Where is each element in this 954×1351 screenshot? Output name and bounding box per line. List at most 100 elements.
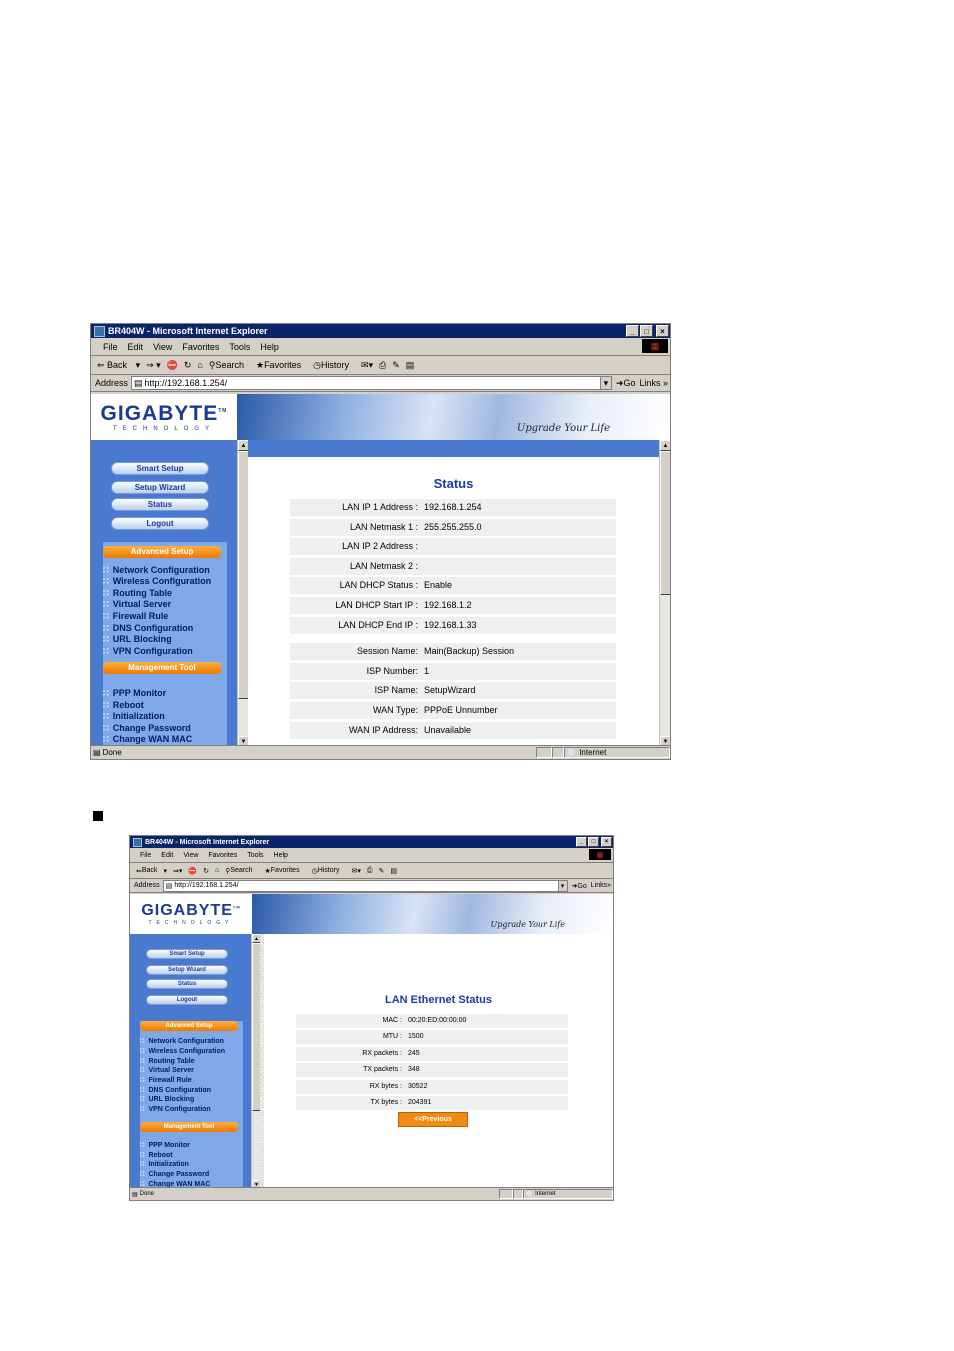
back-button[interactable]: ⇐ Back ▾	[136, 867, 167, 875]
favorites-button[interactable]: ★ Favorites	[256, 360, 307, 371]
address-dropdown[interactable]: ▾	[557, 880, 567, 891]
favorites-button[interactable]: ★ Favorites	[265, 867, 306, 875]
links-button[interactable]: Links»	[591, 882, 611, 889]
nav-change-password[interactable]: Change Password	[140, 1170, 209, 1178]
refresh-icon[interactable]: ↻	[203, 867, 209, 875]
nav-change-password[interactable]: Change Password	[103, 723, 191, 734]
stop-icon[interactable]: ⛔	[167, 360, 178, 371]
row-value: SetupWizard	[424, 685, 476, 696]
stop-icon[interactable]: ⛔	[188, 867, 197, 875]
refresh-icon[interactable]: ↻	[184, 360, 192, 371]
row-value: Enable	[424, 580, 453, 591]
logout-button[interactable]: Logout	[111, 517, 209, 530]
menu-file[interactable]: File	[140, 852, 151, 859]
logo-tm: TM	[218, 408, 228, 414]
search-button[interactable]: ⚲ Search	[209, 360, 250, 371]
history-button[interactable]: ◷ History	[313, 360, 355, 371]
nav-url-blocking[interactable]: URL Blocking	[103, 634, 172, 645]
close-button[interactable]: ×	[601, 837, 612, 847]
mail-icon[interactable]: ✉▾	[351, 867, 360, 875]
logo-sub: TECHNOLOGY	[112, 426, 215, 432]
menu-favorites[interactable]: Favorites	[208, 852, 237, 859]
menu-view[interactable]: View	[153, 342, 172, 352]
nav-ppp-monitor[interactable]: PPP Monitor	[140, 1141, 189, 1149]
nav-wireless-configuration[interactable]: Wireless Configuration	[140, 1047, 225, 1055]
menu-help[interactable]: Help	[260, 342, 279, 352]
nav-network-configuration[interactable]: Network Configuration	[140, 1037, 223, 1045]
forward-button[interactable]: ⇒ ▾	[146, 360, 161, 371]
minimize-button[interactable]: _	[576, 837, 587, 847]
row-label: LAN Netmask 2 :	[349, 560, 418, 571]
menu-tools[interactable]: Tools	[229, 342, 250, 352]
nav-network-configuration[interactable]: Network Configuration	[103, 565, 210, 576]
history-button[interactable]: ◷ History	[312, 867, 346, 875]
menu-file[interactable]: File	[103, 342, 118, 352]
status-button[interactable]: Status	[146, 979, 228, 989]
search-button[interactable]: ⚲ Search	[225, 867, 258, 875]
discuss-icon[interactable]: ▤	[406, 360, 415, 371]
nav-firewall-rule[interactable]: Firewall Rule	[140, 1076, 191, 1084]
home-icon[interactable]: ⌂	[197, 360, 202, 370]
maximize-button[interactable]: □	[588, 837, 599, 847]
mail-icon[interactable]: ✉▾	[361, 360, 373, 371]
go-button[interactable]: ➜Go	[572, 882, 587, 890]
menu-edit[interactable]: Edit	[128, 342, 144, 352]
smart-setup-button[interactable]: Smart Setup	[146, 949, 228, 959]
menu-view[interactable]: View	[183, 852, 198, 859]
nav-change-wan-mac[interactable]: Change WAN MAC	[103, 734, 193, 745]
header-strip	[248, 440, 659, 457]
maximize-button[interactable]: □	[640, 325, 653, 337]
nav-initialization[interactable]: Initialization	[103, 711, 165, 722]
home-icon[interactable]: ⌂	[215, 867, 219, 874]
print-icon[interactable]: ⎙	[367, 867, 373, 875]
window-title: BR404W - Microsoft Internet Explorer	[145, 838, 270, 846]
nav-routing-table[interactable]: Routing Table	[103, 588, 172, 599]
nav-dns-configuration[interactable]: DNS Configuration	[103, 623, 194, 634]
nav-wireless-configuration[interactable]: Wireless Configuration	[103, 576, 211, 587]
nav-initialization[interactable]: Initialization	[140, 1160, 188, 1168]
address-input[interactable]: ▤ http://192.168.1.254/ ▾	[162, 879, 568, 892]
address-input[interactable]: ▤ http://192.168.1.254/ ▾	[131, 376, 612, 390]
nav-virtual-server[interactable]: Virtual Server	[103, 599, 171, 610]
menu-edit[interactable]: Edit	[161, 852, 173, 859]
minimize-button[interactable]: _	[626, 325, 639, 337]
close-button[interactable]: ×	[656, 325, 669, 337]
previous-button[interactable]: <<Previous	[398, 1112, 468, 1127]
nav-url-blocking[interactable]: URL Blocking	[140, 1095, 194, 1103]
smart-setup-button[interactable]: Smart Setup	[111, 462, 209, 475]
discuss-icon[interactable]: ▤	[390, 867, 397, 875]
status-cell	[513, 1189, 523, 1199]
print-icon[interactable]: ⎙	[379, 360, 386, 371]
nav-vpn-configuration[interactable]: VPN Configuration	[103, 646, 193, 657]
links-label: Links	[639, 378, 661, 388]
address-dropdown[interactable]: ▾	[599, 377, 611, 389]
menu-help[interactable]: Help	[274, 852, 288, 859]
row-value: 1500	[408, 1033, 424, 1041]
go-button[interactable]: ➜Go	[616, 378, 636, 389]
table-row: LAN Netmask 1 : 255.255.255.0	[290, 518, 616, 536]
forward-button[interactable]: ⇒▾	[173, 867, 182, 875]
page-scroll-thumb[interactable]	[660, 451, 670, 595]
status-text: Done	[102, 748, 122, 757]
page-scrollbar[interactable]: ▲ ▼	[659, 440, 670, 747]
edit-icon[interactable]: ✎	[392, 360, 400, 371]
setup-wizard-button[interactable]: Setup Wizard	[146, 965, 228, 975]
menu-tools[interactable]: Tools	[247, 852, 263, 859]
back-button[interactable]: ⇐ Back ▾	[97, 360, 140, 371]
page-scroll-up-icon[interactable]: ▲	[660, 440, 670, 451]
nav-firewall-rule[interactable]: Firewall Rule	[103, 611, 169, 622]
nav-reboot[interactable]: Reboot	[103, 700, 144, 711]
status-button[interactable]: Status	[111, 498, 209, 511]
nav-virtual-server[interactable]: Virtual Server	[140, 1066, 193, 1074]
menu-favorites[interactable]: Favorites	[182, 342, 219, 352]
gigabyte-logo: GIGABYTETM TECHNOLOGY	[91, 394, 237, 440]
edit-icon[interactable]: ✎	[378, 867, 384, 875]
nav-reboot[interactable]: Reboot	[140, 1151, 172, 1159]
setup-wizard-button[interactable]: Setup Wizard	[111, 481, 209, 494]
nav-dns-configuration[interactable]: DNS Configuration	[140, 1086, 211, 1094]
nav-vpn-configuration[interactable]: VPN Configuration	[140, 1105, 210, 1113]
logout-button[interactable]: Logout	[146, 995, 228, 1005]
links-button[interactable]: Links »	[639, 378, 668, 388]
nav-ppp-monitor[interactable]: PPP Monitor	[103, 688, 166, 699]
nav-routing-table[interactable]: Routing Table	[140, 1057, 194, 1065]
